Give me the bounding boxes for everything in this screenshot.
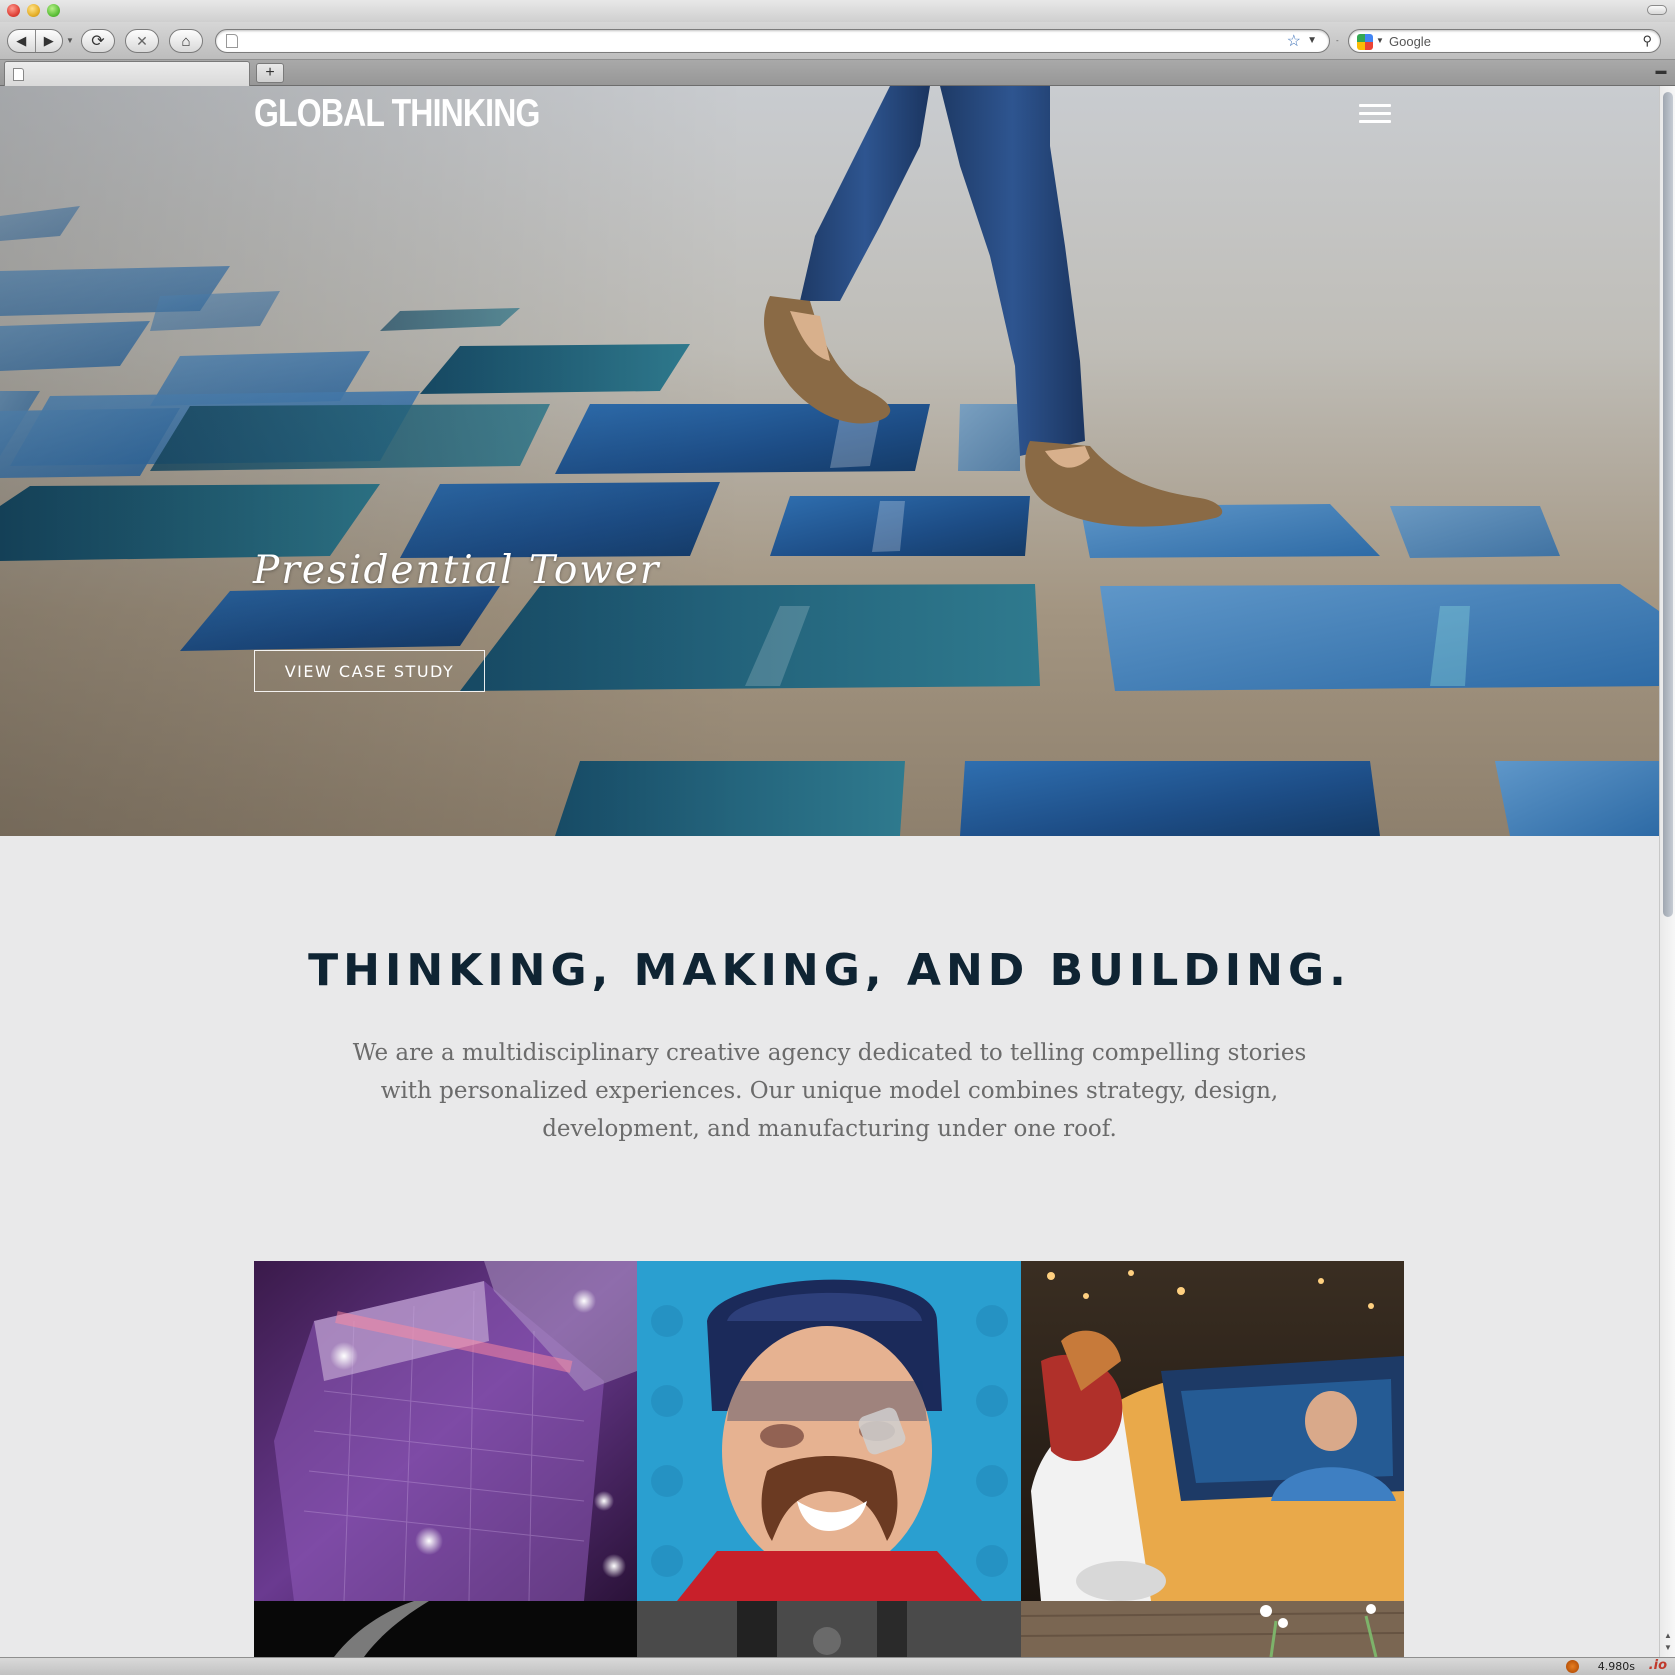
browser-tab[interactable] <box>4 61 250 86</box>
intro-body: We are a multidisciplinary creative agen… <box>352 1040 1307 1142</box>
forward-icon[interactable]: ▶ <box>35 33 62 49</box>
search-engine-dropdown-icon[interactable]: ▼ <box>1376 36 1384 45</box>
intro-heading: THINKING, MAKING, AND BUILDING. <box>308 945 1351 996</box>
hamburger-icon[interactable] <box>1359 104 1391 128</box>
search-engine-separator-icon: - <box>1336 36 1339 45</box>
work-tile-tweezers[interactable] <box>254 1601 637 1657</box>
status-badge[interactable]: .io <box>1649 1658 1667 1673</box>
minimize-window-button[interactable] <box>27 4 40 17</box>
browser-toolbar: ◀ ▶ ▼ ⟳ ✕ ⌂ ☆ ▼ - ▼ ⚲ <box>0 22 1675 60</box>
google-icon[interactable] <box>1357 34 1373 50</box>
url-input[interactable] <box>246 32 1246 50</box>
work-tile-building[interactable] <box>254 1261 637 1601</box>
building-photo <box>254 1261 637 1601</box>
work-tile-taxi[interactable] <box>1021 1261 1404 1601</box>
back-forward-group: ◀ ▶ <box>7 29 63 53</box>
search-bar[interactable]: ▼ ⚲ <box>1348 29 1661 53</box>
window-titlebar <box>0 0 1675 22</box>
tab-list-icon[interactable]: ▬ <box>1651 65 1671 81</box>
scroll-up-icon[interactable]: ▲ <box>1663 1631 1673 1640</box>
hero-overlay <box>0 86 1659 836</box>
url-dropdown-icon[interactable]: ▼ <box>1307 35 1317 46</box>
new-tab-button[interactable]: + <box>256 63 284 83</box>
history-dropdown-icon[interactable]: ▼ <box>66 36 74 45</box>
view-case-study-button[interactable]: VIEW CASE STUDY <box>254 650 485 692</box>
reload-icon[interactable]: ⟳ <box>81 29 115 53</box>
hero-banner: GLOBAL THINKING Presidential Tower VIEW … <box>0 86 1659 836</box>
work-tile-machine[interactable] <box>637 1601 1021 1657</box>
address-bar[interactable]: ☆ ▼ <box>215 29 1330 53</box>
work-tile-flowers[interactable] <box>1021 1601 1404 1657</box>
search-icon[interactable]: ⚲ <box>1642 33 1652 49</box>
stop-icon[interactable]: ✕ <box>125 29 159 53</box>
tweezers-photo <box>334 1601 429 1657</box>
load-time: 4.980s <box>1597 1660 1635 1673</box>
hockey-player-photo <box>637 1261 1021 1601</box>
zoom-window-button[interactable] <box>47 4 60 17</box>
tab-strip: + ▬ <box>0 60 1675 86</box>
status-bar: 4.980s .io <box>0 1657 1675 1675</box>
toolbar-toggle-button[interactable] <box>1647 5 1667 15</box>
hero-title: Presidential Tower <box>253 548 661 593</box>
search-input[interactable] <box>1389 33 1629 49</box>
scroll-down-icon[interactable]: ▼ <box>1663 1643 1673 1652</box>
flowers-photo <box>1021 1601 1404 1657</box>
vertical-scrollbar[interactable]: ▲ ▼ <box>1659 86 1675 1657</box>
back-icon[interactable]: ◀ <box>8 33 35 49</box>
home-icon[interactable]: ⌂ <box>169 29 203 53</box>
bookmark-star-icon[interactable]: ☆ <box>1287 31 1301 51</box>
addon-icon[interactable] <box>1566 1660 1579 1673</box>
tab-page-icon <box>13 68 24 81</box>
intro-section: THINKING, MAKING, AND BUILDING. We are a… <box>0 836 1659 1266</box>
scroll-thumb[interactable] <box>1663 92 1673 917</box>
site-logo[interactable]: GLOBAL THINKING <box>254 92 540 136</box>
close-window-button[interactable] <box>7 4 20 17</box>
page-viewport: GLOBAL THINKING Presidential Tower VIEW … <box>0 86 1659 1657</box>
page-favicon-icon <box>226 34 238 48</box>
work-tile-hockey[interactable] <box>637 1261 1021 1601</box>
machine-photo <box>637 1601 1021 1657</box>
taxi-photo <box>1021 1261 1404 1601</box>
